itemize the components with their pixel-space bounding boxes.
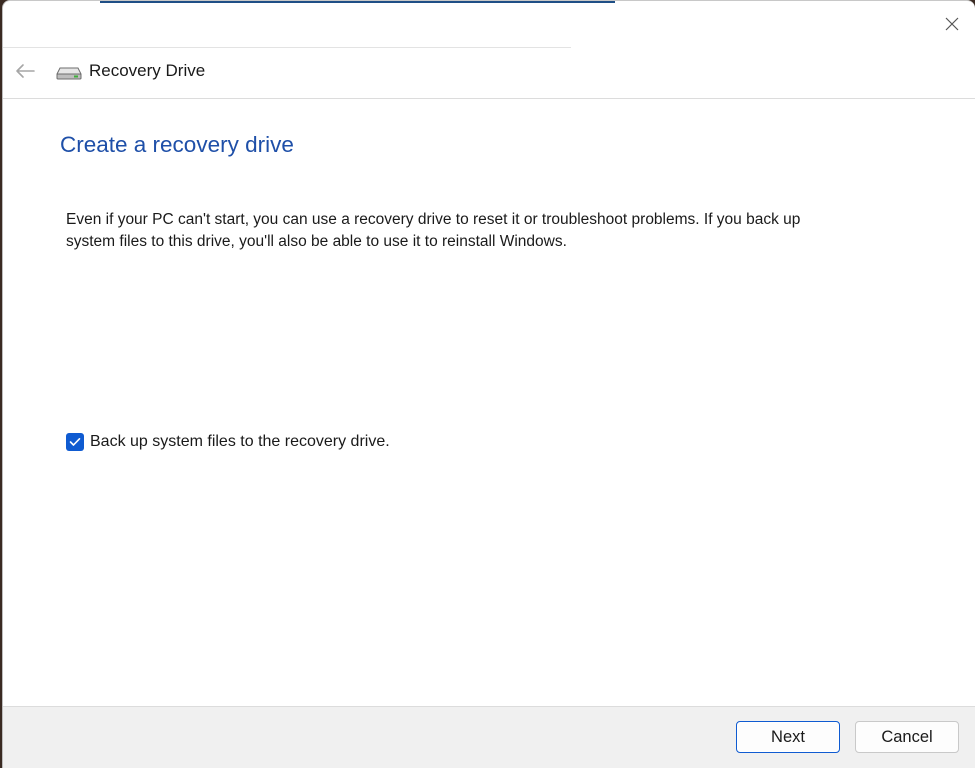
recovery-drive-window: Recovery Drive Create a recovery drive E…	[2, 0, 975, 768]
close-button[interactable]	[929, 1, 975, 47]
navigation-bar: Recovery Drive	[3, 48, 975, 99]
back-arrow-icon	[16, 64, 35, 78]
back-button[interactable]	[9, 56, 41, 86]
page-description: Even if your PC can't start, you can use…	[66, 211, 801, 250]
close-icon	[945, 17, 959, 31]
page-heading: Create a recovery drive	[60, 132, 294, 157]
wizard-content: Create a recovery drive Even if your PC …	[3, 99, 975, 706]
backup-system-files-label[interactable]: Back up system files to the recovery dri…	[90, 432, 390, 452]
wizard-footer: Next Cancel	[3, 706, 975, 768]
backup-system-files-checkbox[interactable]	[66, 433, 84, 451]
next-button[interactable]: Next	[736, 721, 840, 753]
cancel-button[interactable]: Cancel	[855, 721, 959, 753]
window-title: Recovery Drive	[89, 61, 206, 80]
title-bar[interactable]	[3, 1, 975, 47]
drive-icon	[56, 67, 82, 80]
backup-system-files-option[interactable]: Back up system files to the recovery dri…	[66, 432, 390, 452]
checkmark-icon	[69, 438, 81, 446]
